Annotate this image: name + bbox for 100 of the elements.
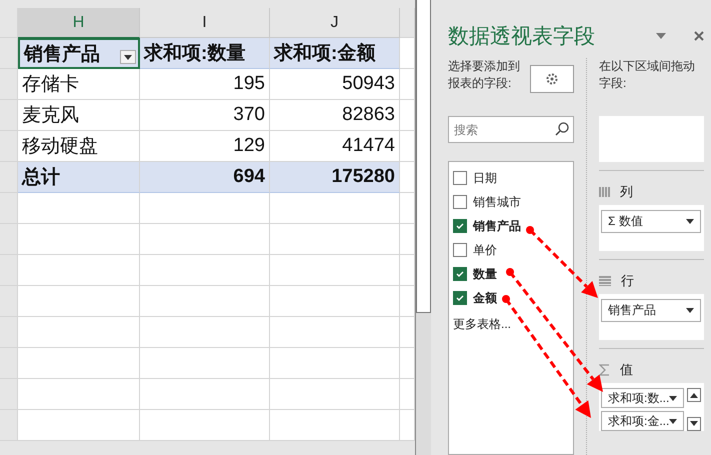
- field-label[interactable]: 金额: [473, 290, 497, 306]
- grid-cell[interactable]: [400, 286, 415, 317]
- instruction-text: 选择要添加到报表的字段:: [448, 58, 521, 92]
- grid-cell[interactable]: [270, 317, 400, 348]
- scroll-down-button[interactable]: [687, 416, 702, 431]
- grid-cell[interactable]: [400, 317, 415, 348]
- row-header[interactable]: [0, 379, 18, 410]
- grid-cell[interactable]: [400, 131, 415, 162]
- grid-cell[interactable]: [270, 379, 400, 410]
- row-header[interactable]: [0, 162, 18, 193]
- grid-cell[interactable]: [400, 100, 415, 131]
- grid-cell[interactable]: [18, 224, 140, 255]
- table-cell: 175280: [270, 162, 400, 193]
- field-dropdown[interactable]: Σ 数值: [601, 210, 702, 233]
- grid-cell[interactable]: [18, 348, 140, 379]
- row-header[interactable]: [0, 224, 18, 255]
- grid-cell[interactable]: [140, 348, 270, 379]
- row-header[interactable]: [0, 193, 18, 224]
- row-header[interactable]: [0, 317, 18, 348]
- caret-icon: [686, 308, 694, 313]
- area-label: 值: [620, 361, 633, 379]
- header-text: 销售产品: [24, 42, 100, 66]
- field-label[interactable]: 数量: [473, 266, 497, 282]
- grid-cell[interactable]: [140, 410, 270, 441]
- grid-cell[interactable]: [270, 286, 400, 317]
- check-icon: [456, 295, 464, 301]
- checkbox[interactable]: [453, 219, 467, 233]
- grid-cell[interactable]: [400, 224, 415, 255]
- columns-icon: [599, 187, 610, 197]
- scrollbar-thumb[interactable]: [416, 0, 431, 313]
- grid-cell[interactable]: [270, 255, 400, 286]
- checkbox[interactable]: [453, 291, 467, 305]
- grid-cell[interactable]: [270, 410, 400, 441]
- grid-cell[interactable]: [140, 193, 270, 224]
- checkbox[interactable]: [453, 171, 467, 185]
- field-label[interactable]: 销售城市: [473, 194, 521, 210]
- grid-cell[interactable]: [270, 348, 400, 379]
- grid-cell[interactable]: [18, 286, 140, 317]
- grid-cell[interactable]: [18, 255, 140, 286]
- select-all-corner[interactable]: [0, 8, 18, 38]
- row-header[interactable]: [0, 38, 18, 69]
- grid-cell[interactable]: [18, 379, 140, 410]
- table-cell: 694: [140, 162, 270, 193]
- grid-cell[interactable]: [140, 317, 270, 348]
- more-tables-link[interactable]: 更多表格...: [453, 316, 569, 333]
- column-header[interactable]: [400, 8, 415, 38]
- filter-button[interactable]: [120, 50, 136, 64]
- column-header[interactable]: H: [18, 8, 140, 38]
- grid-cell[interactable]: [400, 410, 415, 441]
- grid-cell[interactable]: [270, 193, 400, 224]
- scroll-up-button[interactable]: [687, 388, 702, 402]
- grid-cell[interactable]: [140, 255, 270, 286]
- settings-icon: [545, 72, 559, 86]
- field-label[interactable]: 销售产品: [473, 218, 521, 234]
- table-cell: 195: [140, 69, 270, 100]
- grid-cell[interactable]: [18, 317, 140, 348]
- field-label[interactable]: 日期: [473, 170, 497, 186]
- grid-cell[interactable]: [400, 69, 415, 100]
- column-header[interactable]: J: [270, 8, 400, 38]
- close-icon[interactable]: [694, 31, 704, 41]
- row-header[interactable]: [0, 255, 18, 286]
- grid-cell[interactable]: [400, 255, 415, 286]
- grid-cell[interactable]: [400, 38, 415, 69]
- row-header[interactable]: [0, 286, 18, 317]
- settings-button[interactable]: [530, 65, 574, 93]
- row-header[interactable]: [0, 348, 18, 379]
- table-cell: 129: [140, 131, 270, 162]
- grid-cell[interactable]: [400, 162, 415, 193]
- table-cell: 求和项:金额: [270, 38, 400, 69]
- grid-cell[interactable]: [140, 224, 270, 255]
- row-header[interactable]: [0, 100, 18, 131]
- row-header[interactable]: [0, 131, 18, 162]
- checkbox[interactable]: [453, 195, 467, 209]
- grid-cell[interactable]: [18, 410, 140, 441]
- grid-cell[interactable]: [400, 379, 415, 410]
- grid-cell[interactable]: [140, 286, 270, 317]
- grid-cell[interactable]: [140, 379, 270, 410]
- scrollbar-track[interactable]: [415, 0, 431, 455]
- row-header[interactable]: [0, 410, 18, 441]
- caret-icon: [690, 392, 698, 398]
- grid-cell[interactable]: [18, 193, 140, 224]
- field-dropdown[interactable]: 销售产品: [601, 299, 702, 322]
- panel-title: 数据透视表字段: [448, 24, 596, 50]
- checkbox[interactable]: [453, 267, 467, 281]
- search-field[interactable]: 搜索: [448, 116, 574, 143]
- field-dropdown[interactable]: 求和项:数...: [601, 388, 684, 408]
- grid-cell[interactable]: [400, 348, 415, 379]
- table-cell: 存储卡: [18, 69, 140, 100]
- dropdown-icon[interactable]: [656, 33, 666, 39]
- row-header[interactable]: [0, 69, 18, 100]
- grid-cell[interactable]: [400, 193, 415, 224]
- table-cell: 移动硬盘: [18, 131, 140, 162]
- field-label[interactable]: 单价: [473, 242, 497, 258]
- caret-icon: [690, 421, 698, 426]
- grid-cell[interactable]: [270, 224, 400, 255]
- column-header[interactable]: I: [140, 8, 270, 38]
- field-dropdown[interactable]: 求和项:金...: [601, 411, 684, 431]
- instruction-text: 在以下区域间拖动字段:: [599, 58, 696, 92]
- checkbox[interactable]: [453, 243, 467, 257]
- caret-icon: [686, 219, 694, 224]
